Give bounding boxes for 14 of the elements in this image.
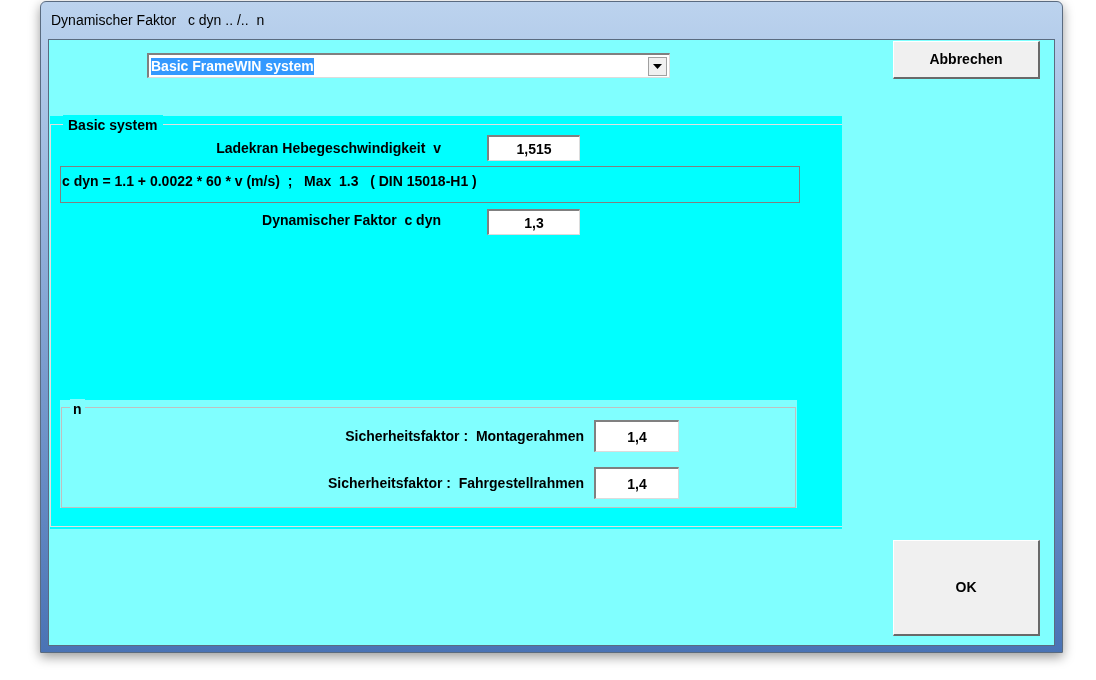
ok-button[interactable]: OK xyxy=(893,540,1040,636)
field-label: Dynamischer Faktor c dyn xyxy=(261,211,441,230)
field-label: Sicherheitsfaktor : Fahrgestellrahmen xyxy=(327,473,584,493)
group-title: Basic system xyxy=(63,115,163,136)
field-label: Sicherheitsfaktor : Montagerahmen xyxy=(344,426,584,446)
value-field[interactable]: 1,515 xyxy=(487,135,580,161)
window-title: Dynamischer Faktor c dyn .. /.. n xyxy=(51,11,265,30)
field-label: Ladekran Hebegeschwindigkeit v xyxy=(215,138,441,158)
value-field[interactable]: 1,3 xyxy=(487,209,580,235)
value-field[interactable]: 1,4 xyxy=(594,420,679,452)
formula-text: c dyn = 1.1 + 0.0022 * 60 * v (m/s) ; Max 1.3 ( DIN 15018-H1 ) xyxy=(62,173,477,189)
cancel-button[interactable]: Abbrechen xyxy=(893,41,1040,79)
caret-icon[interactable] xyxy=(648,56,667,76)
value-field[interactable]: 1,4 xyxy=(594,467,679,499)
